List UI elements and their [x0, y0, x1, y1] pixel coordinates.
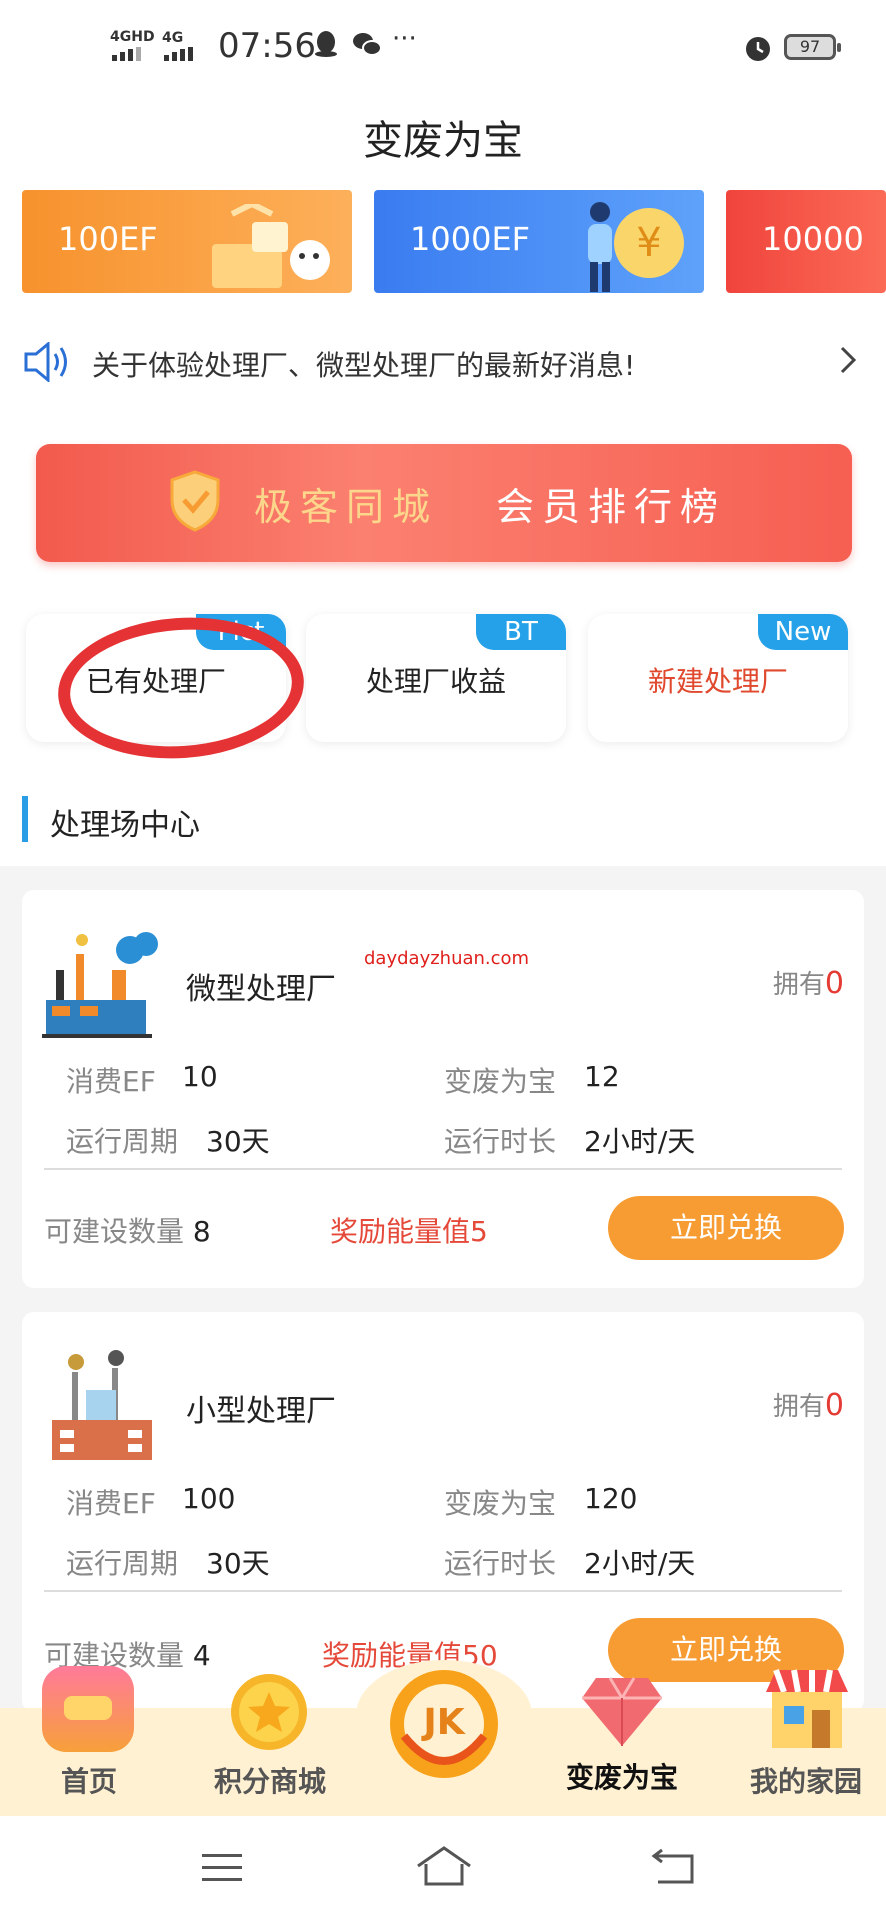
banner-label: 100EF [58, 220, 158, 258]
duration-value: 2小时/天 [584, 1547, 696, 1580]
member-ranking-banner[interactable]: 极客同城 会员排行榜 [36, 444, 852, 562]
plant-name: 小型处理厂 [186, 1394, 336, 1429]
more-notifications-icon: ··· [392, 24, 417, 54]
nav-label: 我的家园 [749, 1765, 862, 1798]
nav-home[interactable]: 首页 [34, 1666, 144, 1816]
duration-label: 运行时长 [444, 1547, 557, 1580]
alarm-icon [744, 34, 772, 66]
gain-label: 变废为宝 [444, 1065, 557, 1098]
gain-value: 120 [584, 1482, 638, 1515]
section-accent-bar [22, 796, 28, 842]
owned-count: 拥有0 [772, 966, 844, 1001]
section-title: 处理场中心 [50, 808, 200, 843]
speaker-icon [22, 340, 70, 384]
card-label: 处理厂收益 [365, 665, 506, 698]
plant-card-small: 小型处理厂 拥有0 消费EF 100 变废为宝 120 运行周期 30天 运行时… [22, 1312, 864, 1712]
notice-bar[interactable]: 关于体验处理厂、微型处理厂的最新好消息! [22, 340, 864, 384]
cost-label: 消费EF [66, 1065, 156, 1098]
cost-label: 消费EF [66, 1487, 156, 1520]
cost-value: 100 [182, 1482, 236, 1515]
shop-house-icon [762, 1666, 852, 1756]
nav-my-home[interactable]: 我的家园 [736, 1666, 876, 1816]
nav-waste-to-treasure[interactable]: 变废为宝 [552, 1666, 692, 1816]
brand-name: 极客同城 [254, 485, 439, 529]
gain-value: 12 [584, 1060, 620, 1093]
banner-label: 1000EF [410, 220, 531, 258]
nav-center-jk[interactable]: JK [386, 1666, 502, 1782]
clock: 07:56 [218, 26, 316, 66]
period-label: 运行周期 [66, 1547, 179, 1580]
qq-icon [314, 30, 338, 65]
reward-text: 奖励能量值5 [330, 1215, 488, 1248]
signal-icon [112, 46, 148, 61]
new-plant-card[interactable]: New 新建处理厂 [588, 614, 848, 742]
star-coin-icon [226, 1672, 312, 1756]
plant-name: 微型处理厂 [186, 972, 336, 1007]
banner-100ef[interactable]: 100EF [22, 190, 352, 293]
duration-label: 运行时长 [444, 1125, 557, 1158]
factory-icon [42, 930, 162, 1050]
notice-text: 关于体验处理厂、微型处理厂的最新好消息! [92, 349, 636, 382]
card-tag: New [758, 614, 848, 650]
cost-value: 10 [182, 1060, 218, 1093]
divider [44, 1590, 842, 1592]
nav-label: 首页 [60, 1765, 117, 1798]
plant-earnings-card[interactable]: BT 处理厂收益 [306, 614, 566, 742]
gem-icon [580, 1674, 664, 1754]
status-bar: 4GHD 4G 07:56 ··· 97 [0, 0, 886, 100]
signal-icon-2 [164, 46, 200, 61]
owned-count: 拥有0 [772, 1388, 844, 1423]
nav-label: 积分商城 [213, 1765, 326, 1798]
menu-icon[interactable] [200, 1850, 244, 1896]
yuan-coin-icon: ¥ [614, 208, 684, 278]
banner-10000ef[interactable]: 10000 [726, 190, 886, 293]
card-tag: BT [476, 614, 566, 650]
watermark-text: daydayzhuan.com [364, 948, 530, 969]
nav-label: 变废为宝 [565, 1761, 678, 1794]
battery-icon: 97 [784, 34, 841, 60]
banner-label: 10000 [762, 220, 864, 258]
home-icon[interactable] [414, 1844, 474, 1898]
period-value: 30天 [206, 1547, 270, 1580]
system-nav-bar [0, 1816, 886, 1920]
backpack-icon [42, 1666, 134, 1752]
jk-logo-text: JK [423, 1702, 465, 1743]
wechat-icon [352, 30, 382, 65]
network-indicator-2: 4G [162, 30, 184, 46]
gain-label: 变废为宝 [444, 1487, 557, 1520]
back-icon[interactable] [650, 1846, 698, 1896]
ranking-title: 会员排行榜 [496, 485, 727, 529]
shield-check-icon [168, 470, 222, 532]
period-value: 30天 [206, 1125, 270, 1158]
nav-points-mall[interactable]: 积分商城 [200, 1666, 340, 1816]
factory-icon [42, 1350, 162, 1470]
shopping-illustration-icon [192, 200, 342, 293]
divider [44, 1168, 842, 1170]
page-title: 变废为宝 [363, 118, 523, 164]
chevron-right-icon [838, 340, 858, 389]
buildable-count: 可建设数量 8 [44, 1215, 211, 1248]
card-label: 新建处理厂 [647, 665, 788, 698]
duration-value: 2小时/天 [584, 1125, 696, 1158]
period-label: 运行周期 [66, 1125, 179, 1158]
network-indicator: 4GHD [110, 29, 155, 45]
banner-1000ef[interactable]: 1000EF ¥ [374, 190, 704, 293]
redeem-button[interactable]: 立即兑换 [608, 1196, 844, 1260]
